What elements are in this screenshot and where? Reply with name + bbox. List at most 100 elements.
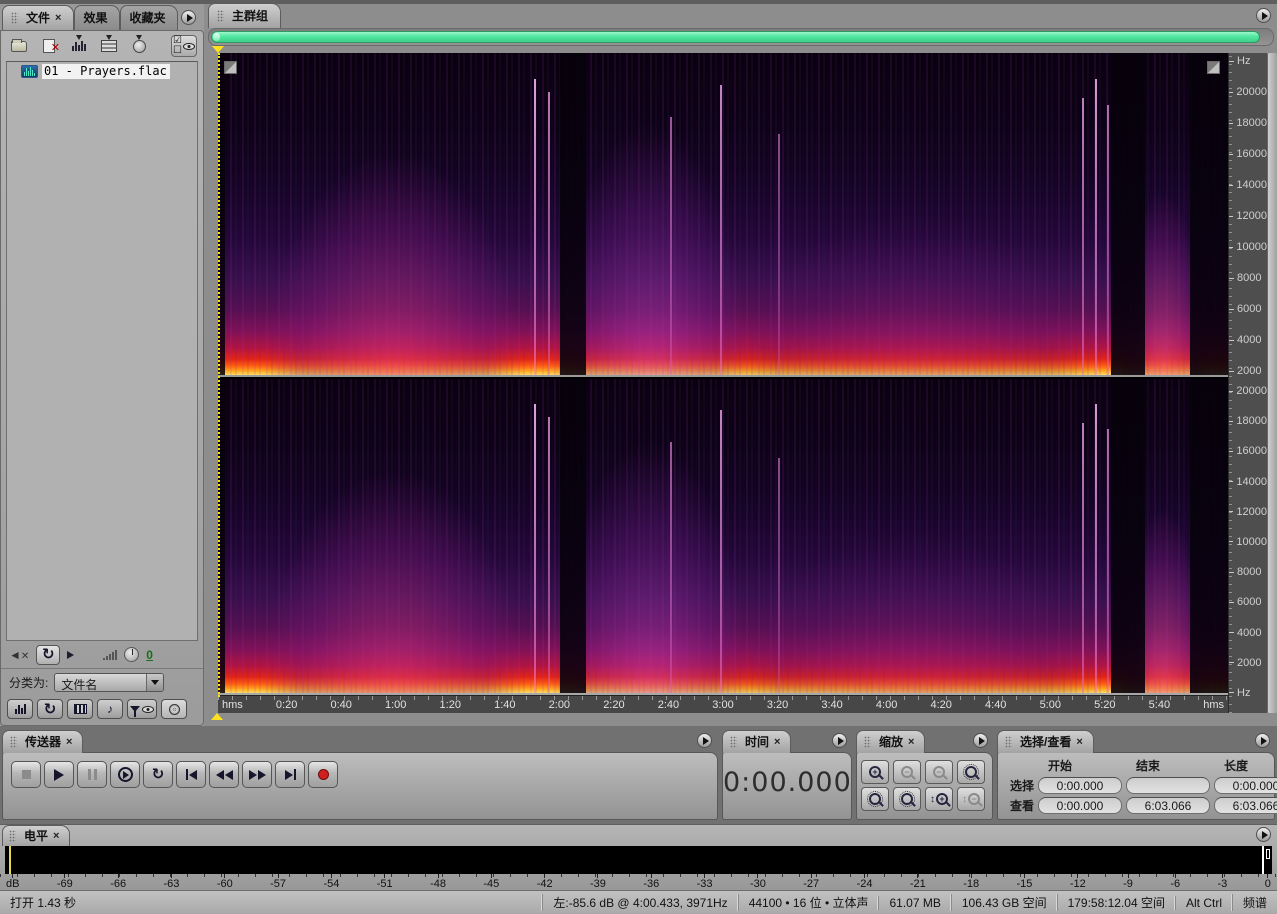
horizontal-scrollbar-thumb[interactable] — [211, 31, 1261, 43]
status-display-mode: 频谱 — [1231, 894, 1277, 911]
rewind-button[interactable] — [209, 761, 239, 788]
import-file-button[interactable] — [7, 35, 31, 57]
sort-dropdown[interactable]: 文件名 — [54, 672, 165, 692]
fast-forward-icon — [248, 769, 266, 780]
frequency-label-row: 2000 — [1229, 365, 1267, 377]
view-length-field[interactable]: 6:03.066 — [1214, 797, 1277, 814]
tab-time[interactable]: 时间 × — [722, 730, 792, 753]
row-label-selection: 选择 — [1009, 779, 1034, 793]
clip-indicator[interactable] — [1262, 846, 1264, 874]
loop-play-button[interactable]: ↻ — [143, 761, 173, 788]
tab-effects[interactable]: 效果 — [74, 5, 121, 30]
record-button[interactable] — [308, 761, 338, 788]
zoom-to-selection-right-button[interactable] — [893, 787, 921, 811]
tab-levels[interactable]: 电平 × — [2, 825, 71, 846]
list-item[interactable]: 01 - Prayers.flac — [7, 62, 197, 81]
db-ruler-label: -39 — [590, 874, 606, 890]
playhead-cursor[interactable] — [218, 53, 220, 697]
panel-menu-button[interactable] — [973, 733, 988, 748]
show-options-button[interactable]: ☑ ☐ — [171, 35, 197, 57]
status-bar: 打开 1.43 秒 左:-85.6 dB @ 4:00.433, 3971Hz … — [0, 890, 1277, 914]
close-icon[interactable]: × — [66, 736, 72, 748]
muted-speaker-icon[interactable]: ◄✕ — [9, 648, 29, 662]
go-to-beginning-button[interactable] — [176, 761, 206, 788]
panel-menu-button[interactable] — [832, 733, 847, 748]
panel-menu-button[interactable] — [697, 733, 712, 748]
show-audio-files-button[interactable] — [7, 699, 33, 719]
close-icon[interactable]: × — [55, 12, 61, 24]
selection-start-marker-icon[interactable] — [211, 713, 223, 720]
row-label-view: 查看 — [1009, 799, 1034, 813]
tab-zoom[interactable]: 缩放 × — [856, 730, 926, 753]
pause-button[interactable] — [77, 761, 107, 788]
corner-handle-icon[interactable] — [224, 61, 237, 74]
panel-menu-button[interactable] — [1256, 8, 1271, 23]
eye-icon — [182, 42, 195, 50]
zoom-to-selection-button[interactable] — [957, 760, 985, 784]
db-ruler-label: dB — [6, 874, 19, 890]
tab-selection-view[interactable]: 选择/查看 × — [997, 730, 1094, 753]
selection-length-field[interactable]: 0:00.000 — [1214, 777, 1277, 794]
close-icon[interactable]: × — [53, 830, 59, 842]
selection-end-field[interactable] — [1126, 777, 1210, 794]
selection-start-field[interactable]: 0:00.000 — [1038, 777, 1122, 794]
play-icon[interactable] — [67, 650, 75, 659]
loop-playback-button[interactable]: ↻ — [36, 644, 61, 665]
cd-list-button[interactable] — [161, 699, 187, 719]
close-icon[interactable]: × — [908, 736, 914, 748]
play-from-cursor-button[interactable] — [110, 761, 140, 788]
tab-main-group[interactable]: 主群组 — [208, 3, 282, 28]
time-ruler-label: 2:00 — [548, 699, 571, 711]
show-loop-files-button[interactable]: ↻ — [37, 699, 63, 719]
insert-into-cd-button[interactable] — [97, 35, 121, 57]
main-group-tabrow: 主群组 — [205, 3, 1277, 28]
go-to-end-button[interactable] — [275, 761, 305, 788]
close-icon[interactable]: × — [1076, 736, 1082, 748]
insert-into-multitrack-button[interactable] — [67, 35, 91, 57]
selection-start-marker-icon[interactable] — [212, 46, 224, 53]
view-end-field[interactable]: 6:03.066 — [1126, 797, 1210, 814]
vertical-scrollbar[interactable] — [1267, 53, 1277, 713]
level-meter[interactable] — [5, 846, 1272, 874]
panel-menu-button[interactable] — [1256, 827, 1271, 842]
zoom-out-full-button[interactable]: − — [925, 760, 953, 784]
close-file-button[interactable]: ✕ — [37, 35, 61, 57]
panel-menu-button[interactable] — [181, 10, 196, 25]
db-ruler-label: -69 — [57, 874, 73, 890]
zoom-out-horizontal-button[interactable]: − — [893, 760, 921, 784]
tab-transport[interactable]: 传送器 × — [2, 730, 84, 753]
preview-volume-value[interactable]: 0 — [146, 648, 153, 662]
file-list[interactable]: 01 - Prayers.flac — [6, 61, 198, 641]
frequency-label-row: 20000 — [1229, 86, 1267, 98]
fast-forward-button[interactable] — [242, 761, 272, 788]
stop-button[interactable] — [11, 761, 41, 788]
close-icon[interactable]: × — [774, 736, 780, 748]
preview-volume-knob-icon[interactable] — [124, 647, 140, 662]
spectral-display[interactable]: hms 0:20 0:40 1:00 1:20 1:40 2:00 2:20 2:40 3:00 3… — [218, 53, 1228, 713]
horizontal-scrollbar-track[interactable] — [208, 28, 1274, 46]
file-name: 01 - Prayers.flac — [42, 64, 170, 79]
spectrogram-right-channel[interactable] — [218, 379, 1228, 695]
play-button[interactable] — [44, 761, 74, 788]
dropdown-arrow[interactable] — [146, 673, 164, 691]
zoom-out-vertical-button[interactable]: ↕ − — [957, 787, 985, 811]
zoom-in-vertical-button[interactable]: ↕ + — [925, 787, 953, 811]
edit-original-button[interactable] — [127, 34, 151, 57]
frequency-label-row: 10000 — [1229, 536, 1267, 548]
db-ruler[interactable]: dB -69 -66 -63 -60 -57 -54 -51 -48 -45 -42 -39 -36 -3… — [0, 874, 1277, 890]
clip-indicator[interactable] — [1266, 849, 1270, 859]
corner-handle-icon[interactable] — [1207, 61, 1220, 74]
show-midi-files-button[interactable]: ♪ — [97, 699, 123, 719]
filter-show-options-button[interactable] — [127, 699, 157, 719]
insert-into-cd-icon — [101, 35, 117, 52]
frequency-ruler[interactable]: Hz 20000 18000 16000 14000 12000 10000 8000 600… — [1228, 53, 1267, 713]
time-ruler[interactable]: hms 0:20 0:40 1:00 1:20 1:40 2:00 2:20 2:40 3:00 3… — [218, 695, 1228, 713]
view-start-field[interactable]: 0:00.000 — [1038, 797, 1122, 814]
spectrogram-left-channel[interactable] — [218, 53, 1228, 375]
zoom-in-horizontal-button[interactable]: + — [861, 760, 889, 784]
tab-favorites[interactable]: 收藏夹 — [120, 5, 179, 30]
tab-files[interactable]: 文件 × — [2, 5, 75, 30]
show-video-files-button[interactable] — [67, 699, 93, 719]
panel-menu-button[interactable] — [1255, 733, 1270, 748]
zoom-to-selection-left-button[interactable] — [861, 787, 889, 811]
